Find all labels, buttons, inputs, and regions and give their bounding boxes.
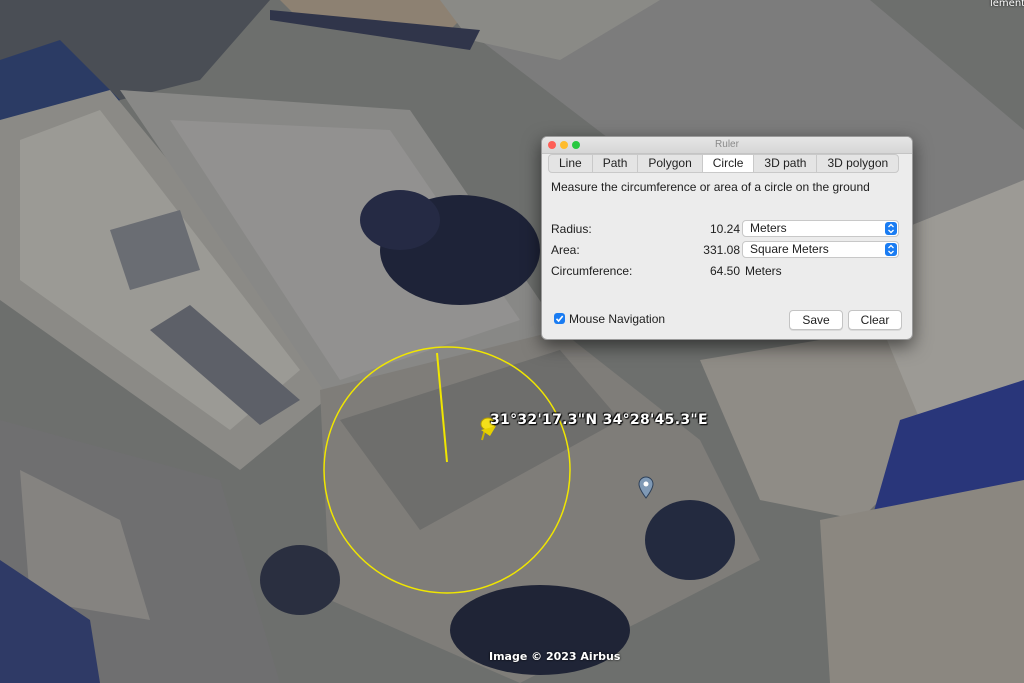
- window-title: Ruler: [715, 139, 739, 150]
- area-unit-value: Square Meters: [750, 242, 829, 256]
- tab-line[interactable]: Line: [549, 155, 593, 172]
- tool-description: Measure the circumference or area of a c…: [551, 180, 870, 194]
- tab-polygon[interactable]: Polygon: [638, 155, 703, 172]
- clear-button[interactable]: Clear: [848, 310, 902, 330]
- corner-attribution: lementa: [990, 0, 1024, 9]
- image-copyright: Image © 2023 Airbus: [489, 650, 621, 663]
- coordinate-label: 31°32'17.3"N 34°28'45.3"E: [490, 412, 708, 428]
- circumference-label: Circumference:: [551, 264, 633, 278]
- radius-unit-value: Meters: [750, 221, 787, 235]
- area-unit-select[interactable]: Square Meters: [742, 241, 899, 258]
- ruler-window[interactable]: Ruler Line Path Polygon Circle 3D path 3…: [541, 136, 913, 340]
- mouse-navigation-checkbox[interactable]: [554, 313, 565, 324]
- area-value: 331.08: [703, 243, 740, 257]
- select-arrows-icon: [885, 222, 897, 235]
- title-bar[interactable]: Ruler: [542, 137, 912, 154]
- radius-label: Radius:: [551, 222, 592, 236]
- tab-3d-polygon[interactable]: 3D polygon: [817, 155, 898, 172]
- select-arrows-icon: [885, 243, 897, 256]
- radius-unit-select[interactable]: Meters: [742, 220, 899, 237]
- radius-value: 10.24: [709, 222, 740, 236]
- tab-3d-path[interactable]: 3D path: [754, 155, 818, 172]
- satellite-map[interactable]: [0, 0, 1024, 683]
- mouse-navigation-label[interactable]: Mouse Navigation: [569, 312, 665, 326]
- circumference-value: 64.50: [709, 264, 740, 278]
- save-button[interactable]: Save: [789, 310, 843, 330]
- area-label: Area:: [551, 243, 580, 257]
- tab-path[interactable]: Path: [593, 155, 639, 172]
- circumference-unit: Meters: [745, 264, 782, 278]
- measure-tabs: Line Path Polygon Circle 3D path 3D poly…: [548, 154, 900, 173]
- tab-circle[interactable]: Circle: [702, 155, 755, 172]
